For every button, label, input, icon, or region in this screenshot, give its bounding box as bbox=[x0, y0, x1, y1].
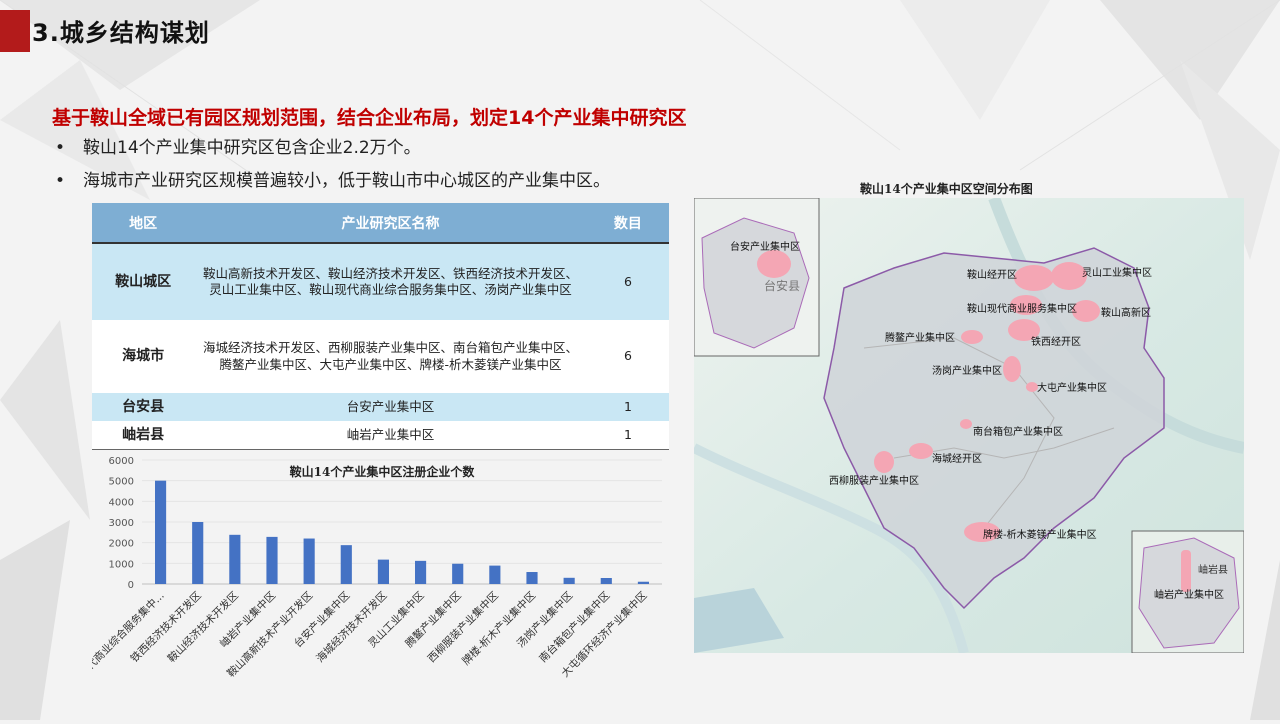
x-tick-label: 铁西经济技术开发区 bbox=[128, 589, 204, 665]
count-cell: 6 bbox=[586, 243, 669, 320]
chart-bar bbox=[526, 572, 538, 584]
enterprise-count-chart: 鞍山14个产业集中区注册企业个数 0 1000 2000 3000 4000 5000 60… bbox=[61, 448, 672, 720]
x-tick-label: 牌楼-析木产业集中区 bbox=[459, 589, 538, 668]
y-tick-label: 1000 bbox=[109, 559, 134, 570]
map-label: 鞍山经开区 bbox=[967, 268, 1017, 281]
names-cell: 台安产业集中区 bbox=[194, 393, 587, 421]
region-cell: 鞍山城区 bbox=[92, 243, 195, 320]
regions-table: 地区 产业研究区名称 数目 鞍山城区 鞍山高新技术开发区、鞍山经济技术开发区、铁… bbox=[92, 203, 669, 450]
count-cell: 1 bbox=[586, 393, 669, 421]
map-title: 鞍山14个产业集中区空间分布图 bbox=[860, 182, 1033, 196]
map-label: 鞍山高新区 bbox=[1101, 306, 1151, 319]
y-tick-label: 5000 bbox=[109, 477, 134, 488]
table-row: 海城市 海城经济技术开发区、西柳服装产业集中区、南台箱包产业集中区、腾鳌产业集中… bbox=[92, 320, 669, 393]
bullet-item: • 海城市产业研究区规模普遍较小，低于鞍山市中心城区的产业集中区。 bbox=[55, 165, 610, 198]
y-tick-label: 4000 bbox=[109, 497, 134, 508]
bullet-list: • 鞍山14个产业集中研究区包含企业2.2万个。 • 海城市产业研究区规模普遍较小，… bbox=[55, 132, 610, 198]
table-row: 鞍山城区 鞍山高新技术开发区、鞍山经济技术开发区、铁西经济技术开发区、灵山工业集… bbox=[92, 243, 669, 320]
map-label: 台安产业集中区 bbox=[730, 240, 800, 253]
y-tick-label: 6000 bbox=[109, 456, 134, 467]
map-label: 牌楼-析木菱镁产业集中区 bbox=[983, 528, 1097, 541]
chart-bar bbox=[600, 578, 612, 584]
chart-bar bbox=[229, 534, 241, 584]
chart-bar bbox=[563, 577, 575, 584]
chart-bar bbox=[415, 560, 427, 584]
y-tick-label: 0 bbox=[128, 580, 134, 591]
bullet-item: • 鞍山14个产业集中研究区包含企业2.2万个。 bbox=[55, 132, 610, 165]
map-label: 海城经开区 bbox=[932, 452, 982, 465]
map-label: 灵山工业集中区 bbox=[1082, 266, 1152, 279]
column-header-count: 数目 bbox=[586, 203, 669, 244]
names-cell: 鞍山高新技术开发区、鞍山经济技术开发区、铁西经济技术开发区、灵山工业集中区、鞍山… bbox=[194, 243, 587, 320]
y-tick-label: 2000 bbox=[109, 539, 134, 550]
chart-bar bbox=[192, 522, 204, 584]
title-accent-bar bbox=[0, 10, 30, 52]
chart-bar bbox=[377, 559, 389, 584]
bullet-dot-icon: • bbox=[55, 171, 66, 191]
table-row: 台安县 台安产业集中区 1 bbox=[92, 393, 669, 421]
map-label: 铁西经开区 bbox=[1031, 335, 1081, 348]
map-label: 大屯产业集中区 bbox=[1037, 381, 1107, 394]
chart-bar bbox=[155, 480, 167, 584]
chart-bar bbox=[637, 581, 649, 584]
inset-county-label: 岫岩县 bbox=[1198, 563, 1228, 576]
bar-chart-svg: 鞍山14个产业集中区注册企业个数 0 1000 2000 3000 4000 5000 60… bbox=[61, 456, 662, 694]
region-cell: 海城市 bbox=[92, 320, 195, 393]
map-label: 南台箱包产业集中区 bbox=[973, 425, 1063, 438]
chart-bar bbox=[266, 536, 278, 584]
column-header-region: 地区 bbox=[92, 203, 195, 244]
names-cell: 海城经济技术开发区、西柳服装产业集中区、南台箱包产业集中区、腾鳌产业集中区、大屯… bbox=[194, 320, 587, 393]
map-label: 鞍山现代商业服务集中区 bbox=[967, 302, 1077, 315]
names-cell: 岫岩产业集中区 bbox=[194, 421, 587, 450]
page-title: 3.城乡结构谋划 bbox=[32, 19, 210, 47]
count-cell: 1 bbox=[586, 421, 669, 450]
column-header-names: 产业研究区名称 bbox=[194, 203, 587, 244]
inset-county-label: 台安县 bbox=[764, 278, 800, 293]
chart-bar bbox=[303, 538, 315, 584]
count-cell: 6 bbox=[586, 320, 669, 393]
region-cell: 岫岩县 bbox=[92, 421, 195, 450]
chart-bar bbox=[489, 565, 501, 584]
x-tick-label: 鞍山经济技术开发区 bbox=[165, 589, 241, 665]
map-label: 岫岩产业集中区 bbox=[1154, 588, 1224, 601]
x-tick-label: 海城经济技术开发区 bbox=[314, 589, 390, 665]
headline: 基于鞍山全域已有园区规划范围，结合企业布局，划定14个产业集中研究区 bbox=[52, 107, 687, 129]
x-tick-label: 南台箱包产业集中区 bbox=[536, 589, 612, 665]
map-svg: 台安县 岫岩县 台安产业集中区 鞍山经开区 灵山工业集中区 鞍山现代商业服务集中… bbox=[691, 195, 1246, 655]
chart-bar bbox=[452, 563, 464, 584]
y-tick-label: 3000 bbox=[109, 518, 134, 529]
chart-bar bbox=[340, 545, 352, 584]
chart-title: 鞍山14个产业集中区注册企业个数 bbox=[290, 464, 476, 479]
x-tick-label: 西柳服装产业集中区 bbox=[425, 589, 501, 665]
table-header-row: 地区 产业研究区名称 数目 bbox=[92, 203, 669, 244]
spatial-distribution-map: 台安县 岫岩县 台安产业集中区 鞍山经开区 灵山工业集中区 鞍山现代商业服务集中… bbox=[691, 195, 1246, 655]
table-row: 岫岩县 岫岩产业集中区 1 bbox=[92, 421, 669, 450]
region-cell: 台安县 bbox=[92, 393, 195, 421]
map-label: 腾鳌产业集中区 bbox=[885, 331, 955, 344]
bullet-dot-icon: • bbox=[55, 138, 66, 158]
map-label: 汤岗产业集中区 bbox=[932, 364, 1002, 377]
map-label: 西柳服装产业集中区 bbox=[829, 474, 919, 487]
